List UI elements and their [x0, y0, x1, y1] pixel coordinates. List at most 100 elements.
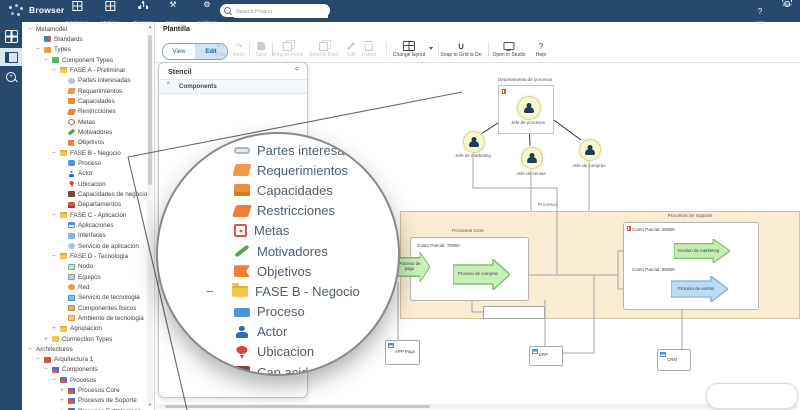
- tree-row[interactable]: Objetivos: [22, 138, 154, 148]
- tree-row[interactable]: − FASE B - Negocio: [22, 148, 154, 158]
- tree-row[interactable]: − Architectures: [22, 344, 154, 354]
- tree-row[interactable]: Servicio de aplicacion: [22, 241, 154, 251]
- tree-row[interactable]: − Arquitectura 1: [22, 355, 154, 365]
- menu-configure[interactable]: ⚙ Configure: [197, 1, 217, 26]
- process-arrow-ventas[interactable]: Proceso de ventas: [671, 276, 728, 302]
- tree-scroll-down-icon[interactable]: ▼: [147, 402, 153, 407]
- process-arrow-compras[interactable]: Proceso de compras: [453, 259, 510, 290]
- menu-options[interactable]: ⚒ Options: [165, 1, 181, 26]
- menu-diagrams[interactable]: Diagrams: [133, 1, 153, 25]
- org-node-jefe-compras[interactable]: [579, 139, 601, 161]
- rail-zoom-search-button[interactable]: [0, 68, 22, 86]
- org-node-jefe-ventas[interactable]: [521, 147, 543, 169]
- tree-row[interactable]: Interfaces: [22, 231, 154, 241]
- tree-row[interactable]: − FASE C - Aplicacion: [22, 210, 154, 220]
- tree-row[interactable]: Partes interesadas: [22, 76, 154, 86]
- tree-expand-glyph[interactable]: −: [44, 57, 52, 64]
- scrollbar-thumb[interactable]: [165, 405, 430, 408]
- org-node-jefe-marketing[interactable]: [463, 131, 485, 153]
- stencil-collapse-icon[interactable]: <: [295, 66, 299, 73]
- tree-row[interactable]: + Connection Types: [22, 334, 154, 344]
- view-mode-button[interactable]: View: [163, 44, 195, 59]
- tree-row[interactable]: Nodo: [22, 262, 154, 272]
- rail-browser-panel-button[interactable]: [0, 48, 22, 66]
- tree-expand-glyph[interactable]: −: [36, 356, 44, 363]
- tree-expand-glyph[interactable]: +: [60, 387, 68, 394]
- org-node-jefe-procesos[interactable]: [517, 96, 541, 120]
- tree-row[interactable]: + Procesos Core: [22, 385, 154, 395]
- tree-row[interactable]: + Procesos Estrategicos: [22, 406, 154, 410]
- process-arrow-gestion-marketing[interactable]: Gestion de marketing: [674, 239, 730, 263]
- rail-blocks-button[interactable]: [0, 27, 22, 45]
- process-arrow-pago[interactable]: Proceso de pago: [396, 252, 430, 282]
- tree-row[interactable]: Metas: [22, 117, 154, 127]
- tree-row[interactable]: + Procesos de Soporte: [22, 396, 154, 406]
- menu-catalogues[interactable]: Catalogues: [65, 1, 89, 25]
- menu-matrices[interactable]: Matrices: [101, 1, 119, 25]
- toolbar-help-button[interactable]: ? Help: [536, 41, 546, 59]
- user-menu[interactable]: Jose: [782, 1, 792, 7]
- tree-expand-glyph[interactable]: +: [60, 397, 68, 404]
- tree-row[interactable]: − FASE D - Tecnologia: [22, 251, 154, 261]
- tree-row[interactable]: Requerimientos: [22, 86, 154, 96]
- tree-row[interactable]: Componentes fisicos: [22, 303, 154, 313]
- tree-item-icon: [67, 128, 76, 136]
- delete-button[interactable]: Delete: [362, 41, 376, 58]
- undo-button[interactable]: ↶ Undo: [214, 41, 226, 58]
- chevron-down-icon[interactable]: [429, 47, 433, 50]
- tree-row[interactable]: Servicio de tecnologia: [22, 293, 154, 303]
- tree-expand-glyph[interactable]: −: [52, 377, 60, 384]
- tree-row[interactable]: Restricciones: [22, 107, 154, 117]
- tree-expand-glyph[interactable]: +: [44, 336, 52, 343]
- app-box-erp[interactable]: ERP: [529, 346, 563, 366]
- tree-expand-glyph[interactable]: +: [52, 325, 60, 332]
- tree-expand-glyph[interactable]: −: [28, 26, 36, 33]
- tree-row[interactable]: Departamentos: [22, 200, 154, 210]
- tree-expand-glyph[interactable]: −: [52, 212, 60, 219]
- save-button[interactable]: Save: [255, 41, 267, 58]
- tree-row[interactable]: − FASE A - Preliminar: [22, 65, 154, 75]
- tree-row[interactable]: Standards: [22, 34, 154, 44]
- tree-row[interactable]: − Components: [22, 365, 154, 375]
- tree-scrollbar-thumb[interactable]: [148, 35, 152, 185]
- tree-row[interactable]: − Component Types: [22, 55, 154, 65]
- tree-expand-glyph[interactable]: −: [44, 366, 52, 373]
- send-to-back-button[interactable]: Send to Back: [309, 39, 339, 58]
- tree-row[interactable]: Actor: [22, 169, 154, 179]
- magnifier-row: − FASE B - Negocio: [158, 281, 398, 301]
- stencil-section-components[interactable]: ^ Components: [159, 80, 307, 94]
- app-box-crm[interactable]: CRM: [657, 349, 691, 371]
- tree-item-label: FASE D - Tecnologia: [70, 252, 128, 260]
- search-input[interactable]: [234, 5, 328, 18]
- redo-button[interactable]: ↷ Redo: [233, 41, 245, 58]
- tree-row[interactable]: − Types: [22, 45, 154, 55]
- tree-expand-glyph[interactable]: −: [28, 346, 36, 353]
- tree-row[interactable]: Ambiente de tecnologia: [22, 313, 154, 323]
- tree-row[interactable]: Ubicacion: [22, 179, 154, 189]
- menu-label: Diagrams: [133, 20, 153, 25]
- tree-expand-glyph[interactable]: −: [36, 46, 44, 53]
- tree-row[interactable]: + Agrupacion: [22, 324, 154, 334]
- search-box[interactable]: [220, 4, 330, 18]
- tree-row[interactable]: Equipos: [22, 272, 154, 282]
- tree-row[interactable]: Capacidades de negocio: [22, 189, 154, 199]
- partial-process-box[interactable]: [483, 306, 545, 319]
- tree-expand-glyph[interactable]: −: [52, 150, 60, 157]
- tree-row[interactable]: Capacidades: [22, 96, 154, 106]
- edit-element-button[interactable]: Edit: [347, 41, 356, 58]
- open-in-studio-button[interactable]: Open in Studio: [492, 41, 526, 58]
- tree-expand-glyph[interactable]: −: [52, 67, 60, 74]
- tree-expand-glyph[interactable]: −: [52, 253, 60, 260]
- snap-to-grid-button[interactable]: ∪ Snap to Grid is On: [440, 41, 481, 58]
- change-layout-button[interactable]: Change layout: [393, 41, 425, 58]
- canvas-horizontal-scrollbar[interactable]: [157, 404, 798, 409]
- tree-row[interactable]: − Metamodel: [22, 24, 154, 34]
- tree-scrollbar[interactable]: [147, 23, 153, 407]
- help-menu[interactable]: ? Help: [755, 1, 764, 25]
- bring-to-front-button[interactable]: Bring to Front: [272, 39, 302, 58]
- tree-row[interactable]: − Procesos: [22, 375, 154, 385]
- tree-row[interactable]: Proceso: [22, 158, 154, 168]
- tree-row[interactable]: Red: [22, 282, 154, 292]
- tree-row[interactable]: Aplicaciones: [22, 220, 154, 230]
- tree-row[interactable]: Motivadores: [22, 127, 154, 137]
